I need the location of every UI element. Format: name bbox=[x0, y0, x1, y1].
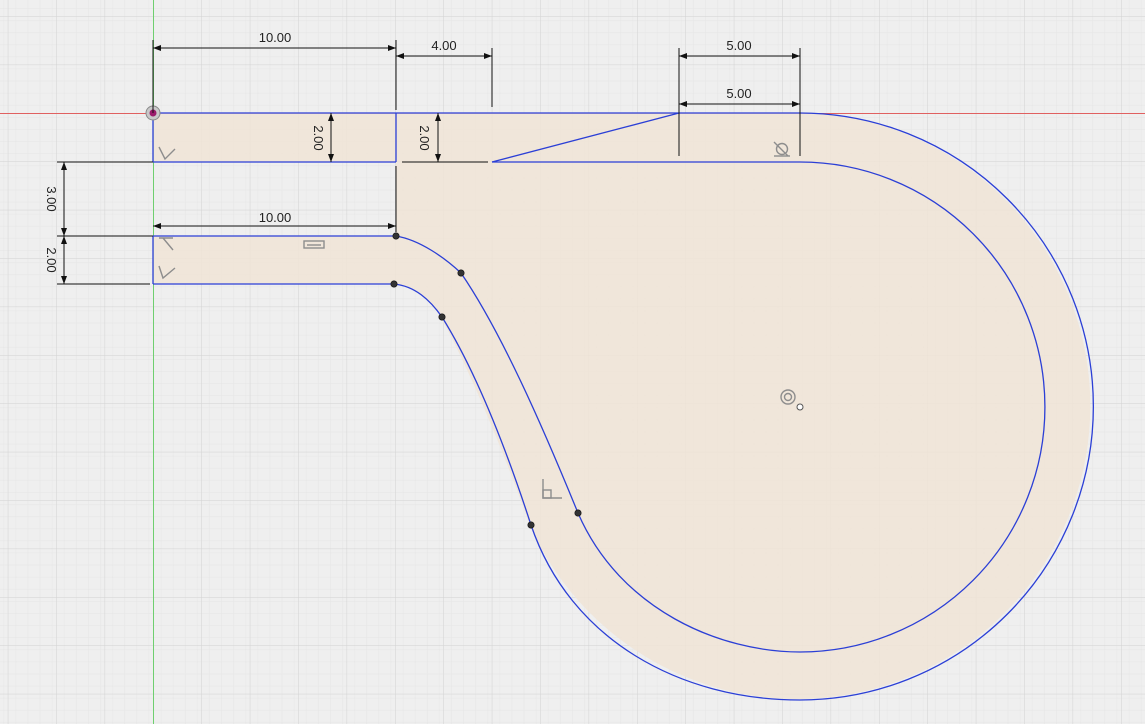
dimension-label: 10.00 bbox=[259, 210, 292, 225]
sketch-canvas[interactable]: 10.00 4.00 5.00 5.00 2.00 2.00 3.00 2.00… bbox=[0, 0, 1145, 724]
dimension-label: 5.00 bbox=[726, 86, 751, 101]
dimension-label: 2.00 bbox=[44, 247, 59, 272]
spline-point[interactable] bbox=[457, 269, 465, 277]
dimension-label: 3.00 bbox=[44, 186, 59, 211]
spline-point[interactable] bbox=[438, 313, 446, 321]
top-left-slot-region[interactable] bbox=[153, 113, 396, 162]
dimension-label: 5.00 bbox=[726, 38, 751, 53]
spline-point[interactable] bbox=[527, 521, 535, 529]
dimension-label: 2.00 bbox=[311, 125, 326, 150]
spline-point[interactable] bbox=[390, 280, 398, 288]
dimension-label: 2.00 bbox=[417, 125, 432, 150]
dimension-label: 4.00 bbox=[431, 38, 456, 53]
dimension-label: 10.00 bbox=[259, 30, 292, 45]
spline-point[interactable] bbox=[392, 232, 400, 240]
spline-point[interactable] bbox=[574, 509, 582, 517]
